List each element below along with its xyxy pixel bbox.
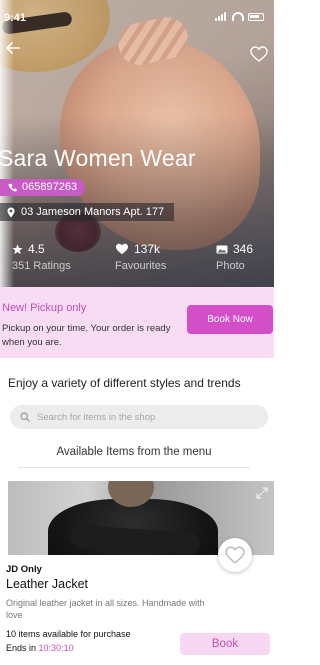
search-icon — [20, 412, 30, 422]
stat-photo[interactable]: 346 Photo — [216, 242, 253, 272]
shop-address: 03 Jameson Manors Apt. 177 — [21, 206, 165, 218]
status-time: 9:41 — [4, 12, 27, 24]
heart-outline-icon — [225, 546, 245, 564]
product-availability: 10 items available for purchase — [6, 629, 131, 639]
location-pin-icon — [7, 207, 15, 217]
favourites-label: Favourites — [115, 260, 167, 272]
rating-label: 351 Ratings — [12, 260, 71, 272]
battery-icon — [248, 12, 264, 21]
shop-phone: 065897263 — [22, 181, 78, 193]
product-name: Leather Jacket — [6, 577, 88, 591]
product-ends: Ends in 10:30:10 — [6, 643, 74, 653]
menu-heading: Available Items from the menu — [56, 446, 212, 458]
expand-icon[interactable] — [256, 487, 268, 499]
photo-icon — [216, 245, 228, 253]
address-chip[interactable]: 03 Jameson Manors Apt. 177 — [0, 203, 175, 221]
book-now-button[interactable]: Book Now — [187, 305, 273, 334]
pickup-description: Pickup on your time. Your order is ready… — [2, 323, 171, 348]
product-description: Original leather jacket in all sizes. Ha… — [6, 598, 205, 620]
stat-favourites[interactable]: 137k Favourites — [115, 242, 166, 272]
wifi-icon — [232, 12, 244, 21]
status-icons — [215, 12, 264, 21]
ends-timer: 10:30:10 — [38, 643, 74, 653]
screen: 9:41 Sara Women Wear 065897263 03 Jameso… — [0, 0, 274, 665]
heart-icon — [116, 243, 128, 255]
signal-icon — [215, 12, 228, 21]
star-icon — [12, 244, 23, 254]
ends-label: Ends in — [6, 643, 37, 653]
favourites-value: 137k — [134, 242, 161, 256]
search-bar[interactable] — [10, 405, 268, 429]
shop-stats: 4.5 351 Ratings 137k Favourites 346 Phot… — [0, 242, 274, 282]
heart-outline-icon[interactable] — [250, 46, 268, 62]
favourite-button[interactable] — [218, 538, 252, 572]
phone-chip[interactable]: 065897263 — [0, 179, 86, 196]
back-arrow-icon[interactable] — [6, 42, 20, 54]
shop-hero-image: 9:41 Sara Women Wear 065897263 03 Jameso… — [0, 0, 274, 287]
rating-value: 4.5 — [28, 242, 45, 256]
stat-ratings[interactable]: 4.5 351 Ratings — [12, 242, 71, 272]
phone-icon — [8, 183, 17, 192]
enjoy-heading: Enjoy a variety of different styles and … — [8, 376, 241, 390]
photo-label: Photo — [216, 260, 245, 272]
book-button[interactable]: Book — [180, 633, 270, 655]
product-badge: JD Only — [6, 564, 42, 575]
shop-name: Sara Women Wear — [0, 145, 196, 171]
menu-divider — [18, 467, 250, 468]
photo-value: 346 — [233, 242, 254, 256]
pickup-title: New! Pickup only — [2, 302, 87, 314]
search-input[interactable] — [37, 411, 257, 423]
